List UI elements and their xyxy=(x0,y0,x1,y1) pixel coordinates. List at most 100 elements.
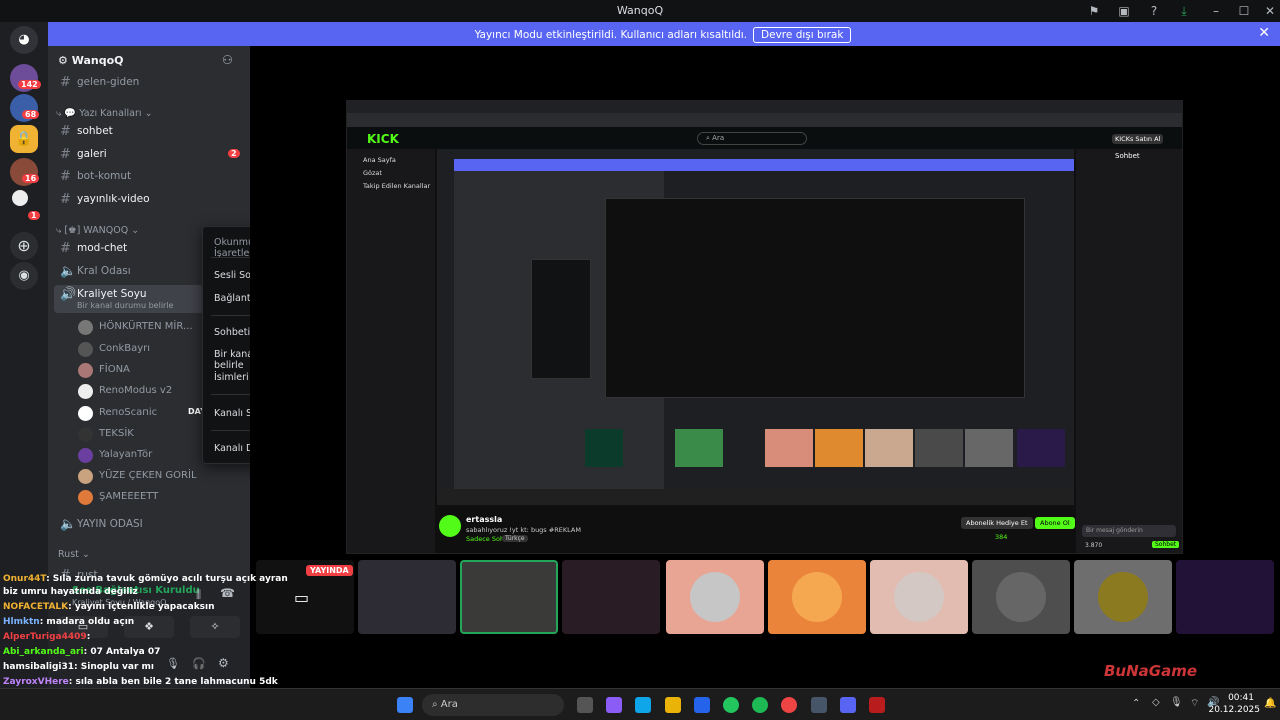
streamer-avatar[interactable] xyxy=(439,515,461,537)
avatar xyxy=(78,342,93,357)
taskbar-search[interactable]: ⌕ Ara xyxy=(422,694,564,716)
channel-status-hint[interactable]: Bir kanal durumu belirle xyxy=(77,301,173,310)
clock-date[interactable]: 20.12.2025 xyxy=(1208,705,1260,715)
speaker-icon: 🔈 xyxy=(60,517,77,532)
discord-icon[interactable] xyxy=(840,697,856,713)
participant-tile[interactable] xyxy=(562,560,660,634)
opera-icon[interactable] xyxy=(781,697,797,713)
clock-time[interactable]: 00:41 xyxy=(1222,693,1254,703)
close-window-icon[interactable]: ✕ xyxy=(1262,3,1278,19)
participant-tile[interactable] xyxy=(972,560,1070,634)
channel-galeri[interactable]: # galeri 2 xyxy=(48,145,250,165)
category-rust[interactable]: Rust ⌄ xyxy=(58,549,90,560)
task-view-icon[interactable] xyxy=(577,697,593,713)
windows-taskbar: ⌕ Ara ⌃ ◇ 🎙 ⌔ 🔊 00:41 20.12.2025 🔔 xyxy=(0,688,1280,720)
screen-share-stream[interactable]: KICK ⌕ Ara KICKs Satın Al Ana Sayfa Göza… xyxy=(346,100,1183,554)
kick-chat-panel xyxy=(1076,149,1182,553)
voice-channel-yayin-odasi[interactable]: 🔈 YAYIN ODASI xyxy=(48,515,250,535)
avatar xyxy=(996,572,1046,622)
streamer-name[interactable]: ertassla xyxy=(466,515,502,524)
channel-yayinlik-video[interactable]: # yayınlık-video xyxy=(48,190,250,210)
window-titlebar: WanqoQ ⚑ ▣ ? ⤓ – ☐ ✕ xyxy=(0,0,1280,22)
notification-bell-icon[interactable]: 🔔 xyxy=(1264,698,1276,709)
category-wanqoq[interactable]: ⤷ [♚] WANQOQ ⌄ xyxy=(56,225,139,236)
channel-sohbet[interactable]: # sohbet xyxy=(48,122,250,142)
live-badge: YAYINDA xyxy=(306,565,353,576)
avatar xyxy=(78,448,93,463)
inner-taskbar xyxy=(437,489,1074,505)
kick-chat-input[interactable]: Bir mesaj gönderin xyxy=(1082,525,1176,537)
add-server-icon[interactable]: ⊕ xyxy=(10,232,38,260)
microphone-tray-icon[interactable]: 🎙 xyxy=(1170,697,1183,708)
minimize-icon[interactable]: – xyxy=(1208,3,1224,19)
copilot-icon[interactable] xyxy=(606,697,622,713)
speaker-icon: 🔈 xyxy=(60,264,77,279)
participant-tile[interactable] xyxy=(666,560,764,634)
streamer-mode-notice: Yayıncı Modu etkinleştirildi. Kullanıcı … xyxy=(48,22,1280,46)
avatar xyxy=(78,384,93,399)
avatar xyxy=(894,572,944,622)
kick-nav-home[interactable]: Ana Sayfa xyxy=(363,156,396,164)
invite-people-icon[interactable]: ⚇ xyxy=(222,53,233,67)
store-icon[interactable] xyxy=(694,697,710,713)
stream-title: sabahlıyoruz !yt kt: bugs #REKLAM xyxy=(466,526,581,534)
network-icon[interactable]: ◇ xyxy=(1152,697,1160,708)
category-text-channels[interactable]: ⤷ 💬 Yazı Kanalları ⌄ xyxy=(56,108,153,119)
tray-chevron-icon[interactable]: ⌃ xyxy=(1132,698,1140,709)
chrome-icon[interactable] xyxy=(723,697,739,713)
wifi-icon[interactable]: ⌔ xyxy=(1190,697,1199,710)
maximize-icon[interactable]: ☐ xyxy=(1236,3,1252,19)
inner-tile xyxy=(675,429,723,467)
kick-chat-send[interactable]: Sohbet xyxy=(1152,541,1180,548)
browser-addressbar xyxy=(347,113,1182,127)
kick-nav-browse[interactable]: Gözat xyxy=(363,169,382,177)
file-explorer-icon[interactable] xyxy=(665,697,681,713)
kick-sidebar xyxy=(347,149,435,553)
app-icon[interactable] xyxy=(869,697,885,713)
kick-logo[interactable]: KICK xyxy=(367,132,399,146)
participant-tile[interactable] xyxy=(1176,560,1274,634)
chat-message: hamsibaligi31: Sinoplu var mı xyxy=(3,662,154,672)
buy-kicks-button[interactable]: KICKs Satın Al xyxy=(1112,134,1164,144)
disable-streamer-mode-button[interactable]: Devre dışı bırak xyxy=(753,27,852,43)
channel-gelen-giden[interactable]: # gelen-giden xyxy=(48,73,250,93)
server-icon-5[interactable] xyxy=(12,190,28,206)
participant-tile[interactable] xyxy=(358,560,456,634)
avatar xyxy=(78,363,93,378)
gift-sub-button[interactable]: Abonelik Hediye Et xyxy=(961,517,1033,529)
voice-channel-kraliyet-soyu[interactable]: 🔊 Kraliyet Soyu Bir kanal durumu belirle xyxy=(54,285,204,313)
help-icon[interactable]: ? xyxy=(1146,3,1162,19)
discover-icon[interactable]: ◉ xyxy=(10,262,38,290)
lock-server-icon[interactable]: 🔒 xyxy=(10,125,38,153)
inner-tile xyxy=(915,429,963,467)
chat-message: Abi_arkanda_ari: 07 Antalya 07 xyxy=(3,647,161,657)
subscribe-button[interactable]: Abone Ol xyxy=(1035,517,1075,529)
kick-search[interactable]: ⌕ Ara xyxy=(697,132,807,145)
channel-bot-komut[interactable]: # bot-komut xyxy=(48,167,250,187)
avatar xyxy=(78,469,93,484)
spotify-icon[interactable] xyxy=(752,697,768,713)
server-name[interactable]: ⚙ WanqoQ xyxy=(58,54,123,67)
discord-home-icon[interactable]: ◕ xyxy=(10,26,38,54)
app-icon[interactable] xyxy=(811,697,827,713)
windows-start-icon[interactable] xyxy=(397,697,413,713)
participant-tile[interactable] xyxy=(768,560,866,634)
stream-tag[interactable]: Türkçe xyxy=(502,535,528,542)
mention-badge: 142 xyxy=(18,80,41,89)
edge-icon[interactable] xyxy=(635,697,651,713)
inbox-icon[interactable]: ⚑ xyxy=(1086,3,1102,19)
inner-tile xyxy=(815,429,863,467)
participant-tile-streaming[interactable]: YAYINDA ▭ xyxy=(256,560,354,634)
inner-tile xyxy=(585,429,623,467)
inner-tile xyxy=(1017,429,1065,467)
kick-nav-following[interactable]: Takip Edilen Kanallar xyxy=(363,182,430,190)
participant-tile-speaking[interactable] xyxy=(460,560,558,634)
participant-tile[interactable] xyxy=(1074,560,1172,634)
close-notice-icon[interactable]: ✕ xyxy=(1258,25,1270,41)
browser-tabbar xyxy=(347,101,1182,113)
participant-tile[interactable] xyxy=(870,560,968,634)
avatar xyxy=(1098,572,1148,622)
screen-icon[interactable]: ▣ xyxy=(1116,3,1132,19)
download-icon[interactable]: ⤓ xyxy=(1176,3,1192,19)
avatar xyxy=(690,572,740,622)
